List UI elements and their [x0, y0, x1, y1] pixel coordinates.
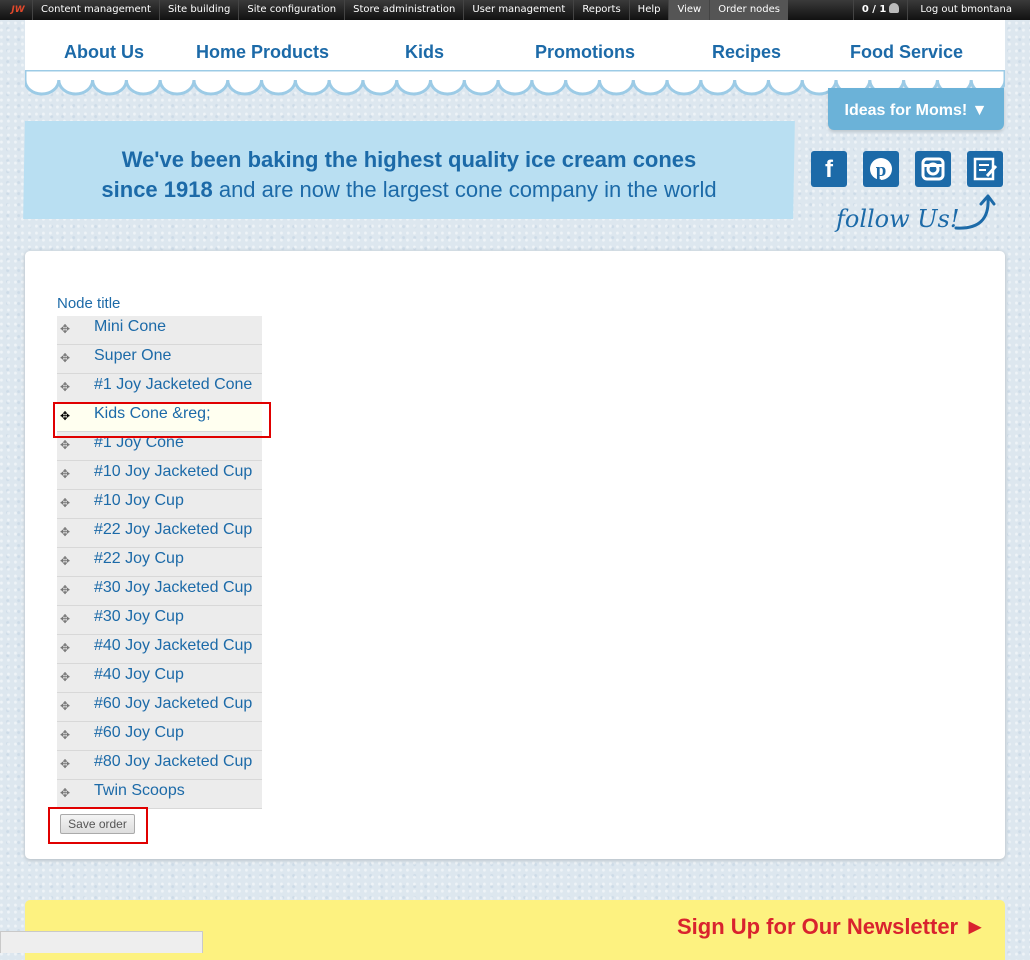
- tagline-text: We've been baking the highest quality ic…: [26, 145, 792, 205]
- drag-handle-icon[interactable]: ✥: [59, 555, 71, 567]
- admin-menu-site-configuration[interactable]: Site configuration: [238, 0, 344, 20]
- node-title-link[interactable]: #40 Joy Cup: [94, 666, 184, 684]
- node-title-link[interactable]: #30 Joy Cup: [94, 608, 184, 626]
- online-users-count[interactable]: 0 / 1: [852, 0, 908, 20]
- admin-menu-store-administration[interactable]: Store administration: [344, 0, 463, 20]
- admin-menu-content-management[interactable]: Content management: [32, 0, 159, 20]
- drag-handle-icon[interactable]: ✥: [59, 526, 71, 538]
- drag-handle-icon[interactable]: ✥: [59, 613, 71, 625]
- tagline-since: since 1918: [101, 177, 213, 202]
- instagram-icon[interactable]: [915, 151, 951, 187]
- nav-home-products[interactable]: Home Products: [196, 42, 329, 63]
- site-logo-icon[interactable]: JW: [4, 5, 32, 15]
- table-row[interactable]: ✥ #60 Joy Cup: [57, 722, 262, 751]
- nav-promotions[interactable]: Promotions: [535, 42, 635, 63]
- table-row[interactable]: ✥ #22 Joy Jacketed Cup: [57, 519, 262, 548]
- node-title-link[interactable]: Super One: [94, 347, 171, 365]
- admin-toolbar: JW Content management Site building Site…: [0, 0, 1030, 20]
- node-title-link[interactable]: #10 Joy Cup: [94, 492, 184, 510]
- drag-handle-icon[interactable]: ✥: [59, 671, 71, 683]
- ideas-for-moms-tab[interactable]: Ideas for Moms! ▼: [828, 88, 1004, 130]
- nav-about-us[interactable]: About Us: [64, 42, 144, 63]
- node-title-column-header[interactable]: Node title: [57, 295, 120, 312]
- node-title-link[interactable]: #30 Joy Jacketed Cup: [94, 579, 252, 597]
- table-row[interactable]: ✥ #40 Joy Jacketed Cup: [57, 635, 262, 664]
- pinterest-icon[interactable]: p: [863, 151, 899, 187]
- admin-menu-reports[interactable]: Reports: [573, 0, 628, 20]
- table-row[interactable]: ✥ #10 Joy Cup: [57, 490, 262, 519]
- table-row[interactable]: ✥ #22 Joy Cup: [57, 548, 262, 577]
- node-title-link[interactable]: #60 Joy Cup: [94, 724, 184, 742]
- logout-link[interactable]: Log out bmontana: [907, 0, 1030, 20]
- table-row[interactable]: ✥ #40 Joy Cup: [57, 664, 262, 693]
- drag-handle-icon[interactable]: ✥: [59, 584, 71, 596]
- table-row[interactable]: ✥ #30 Joy Jacketed Cup: [57, 577, 262, 606]
- node-title-link[interactable]: #40 Joy Jacketed Cup: [94, 637, 252, 655]
- user-count-label: 0 / 1: [861, 4, 887, 15]
- drag-handle-icon[interactable]: ✥: [59, 642, 71, 654]
- drag-handle-icon[interactable]: ✥: [59, 497, 71, 509]
- node-title-link[interactable]: #22 Joy Jacketed Cup: [94, 521, 252, 539]
- node-title-link[interactable]: #80 Joy Jacketed Cup: [94, 753, 252, 771]
- admin-menu-user-management[interactable]: User management: [463, 0, 573, 20]
- admin-menu-help[interactable]: Help: [628, 0, 669, 20]
- table-row[interactable]: ✥ #60 Joy Jacketed Cup: [57, 693, 262, 722]
- toolbar-right: 0 / 1 Log out bmontana: [852, 0, 1030, 20]
- nav-kids[interactable]: Kids: [405, 42, 444, 63]
- node-title-link[interactable]: Mini Cone: [94, 318, 166, 336]
- table-row[interactable]: ✥ #1 Joy Jacketed Cone: [57, 374, 262, 403]
- people-icon: [889, 3, 900, 13]
- drag-highlight-annotation: [53, 402, 271, 438]
- follow-us-label: follow Us!: [836, 205, 960, 233]
- drag-handle-icon[interactable]: ✥: [59, 323, 71, 335]
- bottom-tab[interactable]: [0, 931, 203, 953]
- curved-arrow-icon: [954, 194, 996, 230]
- blog-glyph: [973, 157, 998, 181]
- node-title-link[interactable]: #60 Joy Jacketed Cup: [94, 695, 252, 713]
- admin-tab-view[interactable]: View: [668, 0, 710, 20]
- drag-handle-icon[interactable]: ✥: [59, 468, 71, 480]
- drag-handle-icon[interactable]: ✥: [59, 758, 71, 770]
- table-row[interactable]: ✥ #80 Joy Jacketed Cup: [57, 751, 262, 780]
- nav-food-service[interactable]: Food Service: [850, 42, 963, 63]
- pinterest-glyph: p: [870, 158, 892, 181]
- drag-handle-icon[interactable]: ✥: [59, 729, 71, 741]
- admin-menu-site-building[interactable]: Site building: [158, 0, 238, 20]
- newsletter-signup-link[interactable]: Sign Up for Our Newsletter ►: [677, 914, 986, 940]
- tagline-rest: and are now the largest cone company in …: [212, 177, 717, 202]
- instagram-glyph: [921, 157, 945, 181]
- admin-tab-order-nodes[interactable]: Order nodes: [709, 0, 788, 20]
- drag-handle-icon[interactable]: ✥: [59, 787, 71, 799]
- blog-icon[interactable]: [967, 151, 1003, 187]
- node-title-link[interactable]: #10 Joy Jacketed Cup: [94, 463, 252, 481]
- drag-handle-icon[interactable]: ✥: [59, 439, 71, 451]
- save-order-button[interactable]: Save order: [60, 814, 135, 834]
- table-row[interactable]: ✥ Super One: [57, 345, 262, 374]
- table-row[interactable]: ✥ #30 Joy Cup: [57, 606, 262, 635]
- facebook-icon[interactable]: f: [811, 151, 847, 187]
- nav-recipes[interactable]: Recipes: [712, 42, 781, 63]
- drag-handle-icon[interactable]: ✥: [59, 700, 71, 712]
- table-row[interactable]: ✥ Mini Cone: [57, 316, 262, 345]
- tagline-line1: We've been baking the highest quality ic…: [121, 147, 697, 172]
- node-title-link[interactable]: Twin Scoops: [94, 782, 185, 800]
- table-row[interactable]: ✥ #10 Joy Jacketed Cup: [57, 461, 262, 490]
- node-title-link[interactable]: #1 Joy Jacketed Cone: [94, 376, 252, 394]
- table-row[interactable]: ✥ Twin Scoops: [57, 780, 262, 809]
- svg-text:p: p: [876, 160, 887, 181]
- drag-handle-icon[interactable]: ✥: [59, 381, 71, 393]
- node-order-table: ✥ Mini Cone ✥ Super One ✥ #1 Joy Jacketed Con…: [57, 316, 262, 809]
- drag-handle-icon[interactable]: ✥: [59, 352, 71, 364]
- node-title-link[interactable]: #22 Joy Cup: [94, 550, 184, 568]
